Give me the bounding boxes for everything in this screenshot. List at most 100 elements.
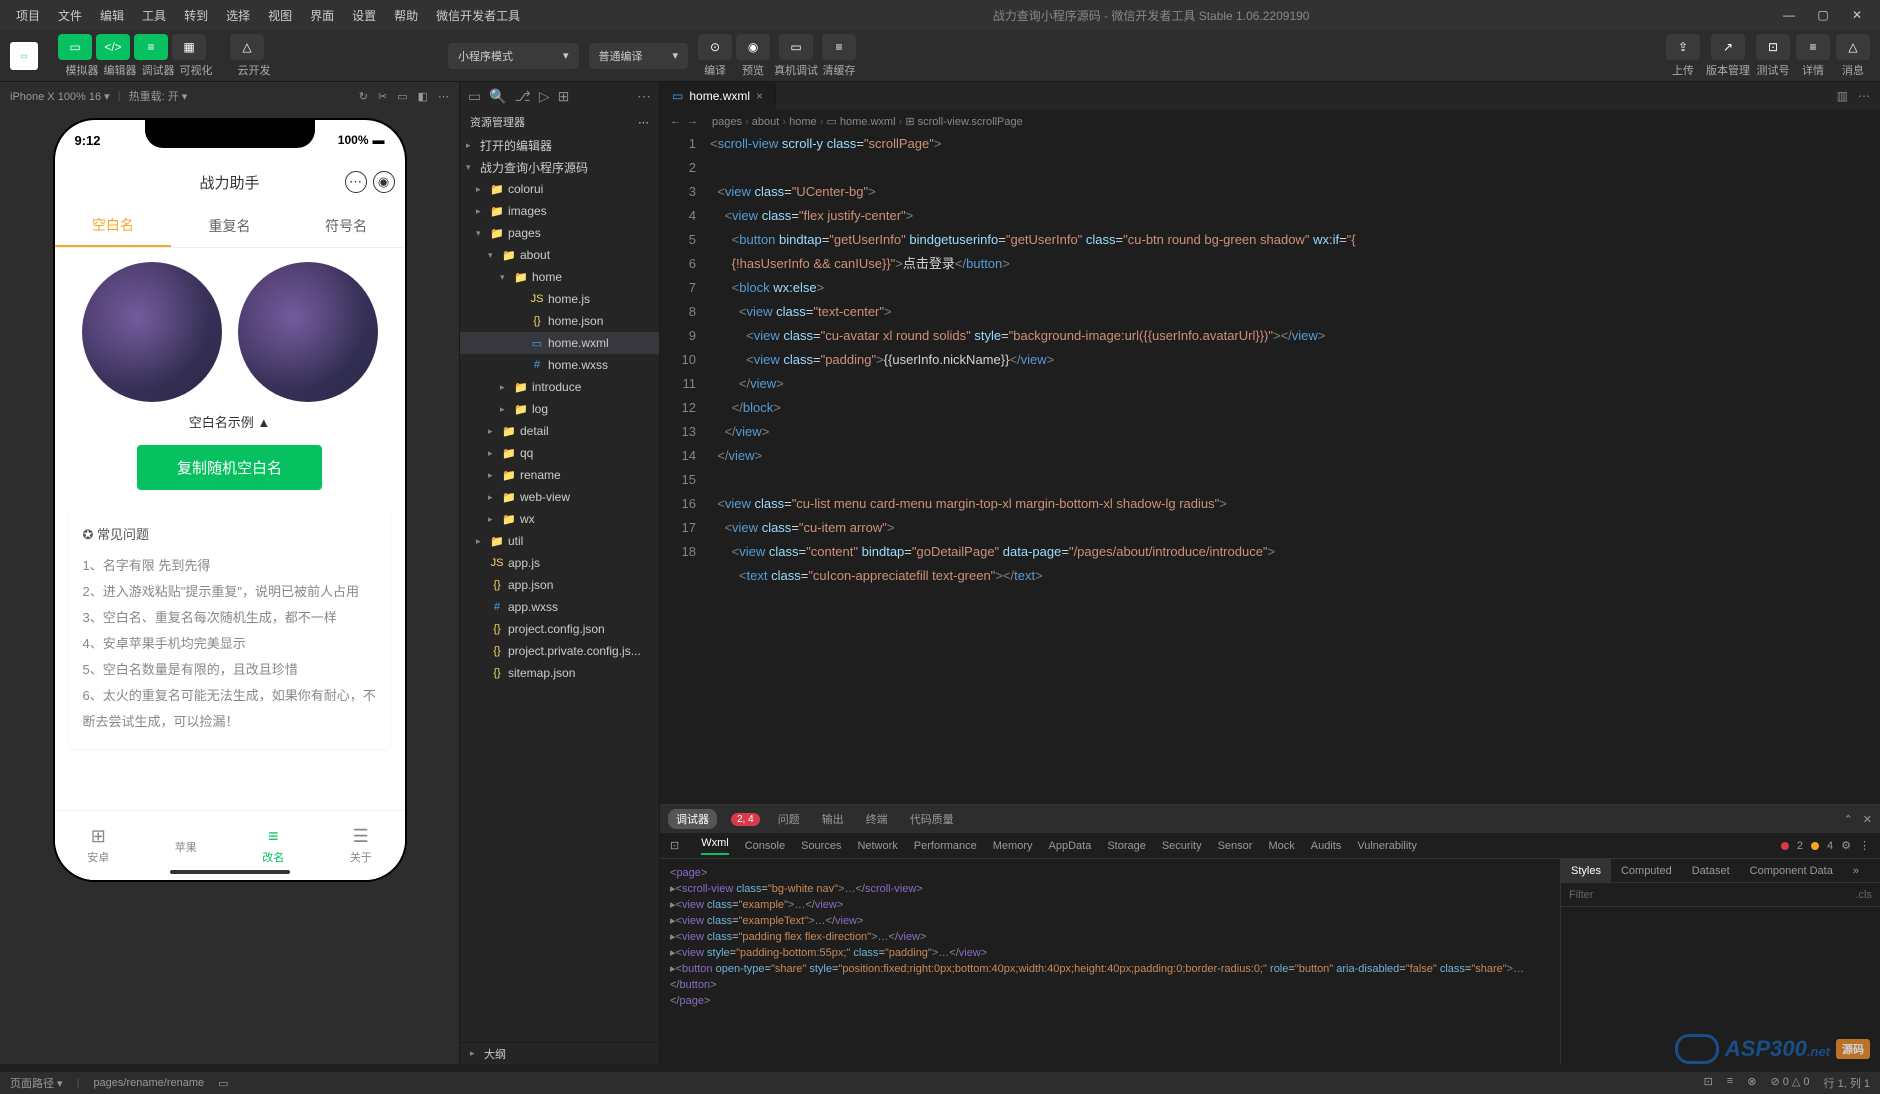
search-icon[interactable]: 🔍 [489, 88, 506, 105]
wxml-tree[interactable]: <page> ▸<scroll-view class="bg-white nav… [660, 859, 1560, 1064]
explorer-more-icon[interactable]: ⋯ [638, 116, 649, 129]
tree-item[interactable]: #home.wxss [460, 354, 659, 376]
devtools-min-icon[interactable]: ⌃ [1844, 813, 1853, 826]
toolbar-button[interactable]: ◉ [736, 34, 770, 60]
device-selector[interactable]: iPhone X 100% 16 ▾ [10, 90, 110, 103]
toolbar-button[interactable]: △ [230, 34, 264, 60]
tree-item[interactable]: ▸📁web-view [460, 486, 659, 508]
bug-icon[interactable]: ⊗ [1747, 1075, 1756, 1091]
toolbar-button[interactable]: ▭ [779, 34, 813, 60]
sim-toolbar-icon[interactable]: ↻ [359, 90, 368, 103]
toolbar-button[interactable]: ≡ [1796, 34, 1830, 60]
tree-item[interactable]: {}project.config.json [460, 618, 659, 640]
tree-item[interactable]: JShome.js [460, 288, 659, 310]
tree-item[interactable]: ▸📁util [460, 530, 659, 552]
devtools-subtab[interactable]: Performance [914, 840, 977, 852]
devtools-subtab[interactable]: Audits [1311, 840, 1342, 852]
tree-item[interactable]: ▾📁about [460, 244, 659, 266]
devtools-subtab[interactable]: Vulnerability [1357, 840, 1417, 852]
more-icon[interactable]: ⋯ [637, 88, 651, 105]
tree-item[interactable]: ▸📁rename [460, 464, 659, 486]
devtools-subtab[interactable]: AppData [1049, 840, 1092, 852]
minimize-button[interactable]: — [1774, 4, 1804, 26]
code-editor[interactable]: <scroll-view scroll-y class="scrollPage"… [710, 132, 1880, 804]
devtools-subtab[interactable]: Sensor [1218, 840, 1253, 852]
hot-reload-toggle[interactable]: 热重载: 开 ▾ [129, 88, 188, 104]
inspect-icon[interactable]: ⊡ [670, 839, 679, 852]
crumb[interactable]: pages [712, 116, 742, 128]
toolbar-button[interactable]: ≡ [134, 34, 168, 60]
branch-icon[interactable]: ⎇ [515, 88, 531, 105]
menu-item[interactable]: 设置 [344, 3, 384, 28]
capsule-close-icon[interactable]: ◉ [373, 171, 395, 193]
breadcrumb[interactable]: ←→ pages › about › home › ▭ home.wxml › … [660, 110, 1880, 132]
sim-toolbar-icon[interactable]: ✂ [378, 90, 387, 103]
devtools-gear-icon[interactable]: ⚙ [1841, 839, 1851, 852]
bottom-nav-item[interactable]: ☰关于 [317, 811, 405, 880]
tree-item[interactable]: ▾📁home [460, 266, 659, 288]
menu-item[interactable]: 微信开发者工具 [428, 3, 528, 28]
toolbar-button[interactable]: </> [96, 34, 130, 60]
sim-toolbar-icon[interactable]: ▭ [397, 90, 407, 103]
devtools-more-icon[interactable]: ⋮ [1859, 839, 1870, 852]
devtools-tab[interactable]: 代码质量 [906, 811, 958, 827]
problems-count[interactable]: ⊘ 0 △ 0 [1770, 1075, 1809, 1091]
compile-dropdown[interactable]: 普通编译▾ [589, 43, 689, 69]
styles-tab[interactable]: Dataset [1682, 859, 1740, 882]
project-section[interactable]: ▾战力查询小程序源码 [460, 156, 659, 178]
menu-item[interactable]: 文件 [50, 3, 90, 28]
tree-item[interactable]: ▭home.wxml [460, 332, 659, 354]
devtools-subtab[interactable]: Security [1162, 840, 1202, 852]
mode-dropdown[interactable]: 小程序模式▾ [448, 43, 579, 69]
nav-back-icon[interactable]: ← [670, 115, 681, 127]
menu-item[interactable]: 帮助 [386, 3, 426, 28]
nav-fwd-icon[interactable]: → [687, 115, 698, 127]
editor-tab[interactable]: ▭home.wxml× [660, 82, 776, 110]
devtools-tab[interactable]: 终端 [862, 811, 892, 827]
copy-name-button[interactable]: 复制随机空白名 [137, 445, 322, 490]
styles-more-icon[interactable]: » [1843, 859, 1869, 882]
cls-toggle[interactable]: .cls [1856, 889, 1873, 901]
menu-item[interactable]: 编辑 [92, 3, 132, 28]
tree-item[interactable]: JSapp.js [460, 552, 659, 574]
tree-item[interactable]: ▾📁pages [460, 222, 659, 244]
menu-item[interactable]: 工具 [134, 3, 174, 28]
close-button[interactable]: ✕ [1842, 4, 1872, 26]
tree-item[interactable]: {}home.json [460, 310, 659, 332]
sim-toolbar-icon[interactable]: ⋯ [438, 90, 449, 103]
styles-tab[interactable]: Computed [1611, 859, 1682, 882]
tree-item[interactable]: ▸📁log [460, 398, 659, 420]
menu-item[interactable]: 选择 [218, 3, 258, 28]
crumb[interactable]: ⊞ scroll-view.scrollPage [905, 116, 1022, 128]
tree-item[interactable]: {}app.json [460, 574, 659, 596]
page-path-value[interactable]: pages/rename/rename [93, 1077, 204, 1089]
ext-icon[interactable]: ⊞ [558, 88, 570, 105]
devtools-subtab[interactable]: Storage [1107, 840, 1146, 852]
devtools-subtab[interactable]: Wxml [701, 837, 729, 855]
devtools-tab[interactable]: 问题 [774, 811, 804, 827]
toolbar-button[interactable]: ↗ [1711, 34, 1745, 60]
toolbar-button[interactable]: ⊡ [1756, 34, 1790, 60]
styles-tab[interactable]: Styles [1561, 859, 1611, 882]
tree-item[interactable]: {}sitemap.json [460, 662, 659, 684]
maximize-button[interactable]: ▢ [1808, 4, 1838, 26]
crumb[interactable]: ▭ home.wxml [826, 116, 895, 128]
devtools-subtab[interactable]: Console [745, 840, 785, 852]
opened-editors-section[interactable]: ▸打开的编辑器 [460, 134, 659, 156]
bottom-nav-item[interactable]: ⊞安卓 [55, 811, 143, 880]
tree-item[interactable]: ▸📁wx [460, 508, 659, 530]
split-editor-icon[interactable]: ▥ [1837, 89, 1848, 103]
tree-item[interactable]: ▸📁colorui [460, 178, 659, 200]
toolbar-button[interactable]: ⇪ [1666, 34, 1700, 60]
menu-item[interactable]: 转到 [176, 3, 216, 28]
toolbar-button[interactable]: ▭ [58, 34, 92, 60]
devtools-subtab[interactable]: Sources [801, 840, 841, 852]
memory-icon[interactable]: ≡ [1727, 1075, 1733, 1091]
devtools-close-icon[interactable]: ✕ [1863, 813, 1872, 826]
menu-item[interactable]: 视图 [260, 3, 300, 28]
toolbar-button[interactable]: ▦ [172, 34, 206, 60]
copy-path-icon[interactable]: ▭ [218, 1077, 228, 1090]
styles-tab[interactable]: Component Data [1740, 859, 1843, 882]
app-tab[interactable]: 符号名 [288, 204, 405, 247]
editor-more-icon[interactable]: ⋯ [1858, 89, 1870, 103]
